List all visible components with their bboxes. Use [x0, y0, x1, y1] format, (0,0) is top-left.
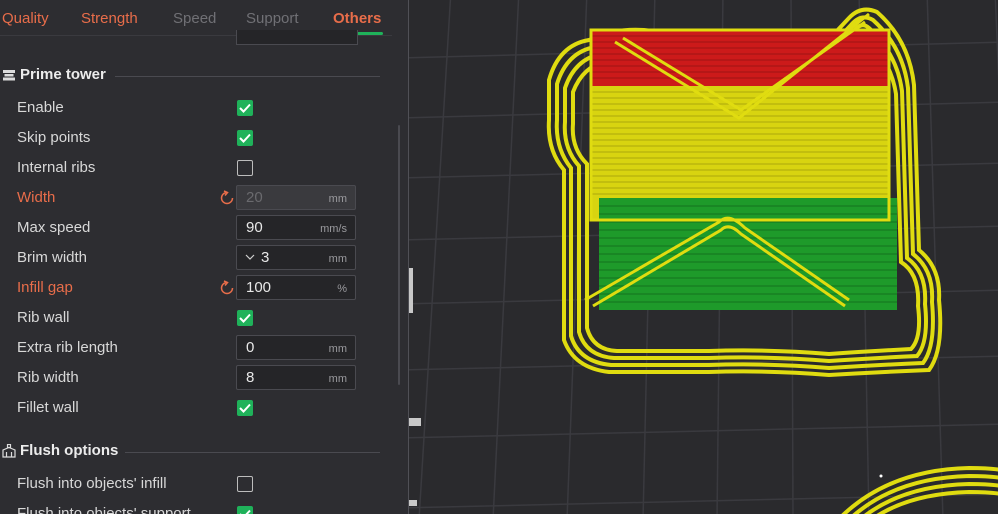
- check-icon: [239, 403, 251, 413]
- flush-support-label: Flush into objects' support: [17, 505, 191, 514]
- width-unit: mm: [328, 193, 347, 205]
- setting-row-rib-wall: Rib wall: [0, 303, 392, 333]
- setting-row-internal-ribs: Internal ribs: [0, 153, 392, 183]
- setting-row-flush-infill: Flush into objects' infill: [0, 469, 392, 499]
- chevron-down-icon[interactable]: [245, 254, 255, 260]
- max-speed-value: 90: [246, 219, 263, 236]
- flush-icon: [2, 444, 16, 458]
- internal-ribs-label: Internal ribs: [17, 159, 96, 176]
- second-object-outline: [841, 465, 998, 514]
- width-input[interactable]: 20 mm: [236, 185, 356, 210]
- rib-wall-checkbox[interactable]: [237, 310, 253, 326]
- prime-tower-icon: [3, 70, 15, 81]
- settings-panel: Quality Strength Speed Support Others Pr…: [0, 0, 408, 514]
- infill-gap-label: Infill gap: [17, 279, 73, 296]
- tab-strength[interactable]: Strength: [81, 10, 138, 27]
- skip-points-checkbox[interactable]: [237, 130, 253, 146]
- setting-row-flush-support: Flush into objects' support: [0, 499, 392, 514]
- enable-label: Enable: [17, 99, 64, 116]
- reset-arrow-icon[interactable]: [219, 280, 235, 296]
- extra-rib-length-input[interactable]: 0 mm: [236, 335, 356, 360]
- extra-rib-length-unit: mm: [328, 343, 347, 355]
- max-speed-unit: mm/s: [320, 223, 347, 235]
- width-value: 20: [246, 189, 263, 206]
- flush-infill-checkbox[interactable]: [237, 476, 253, 492]
- extra-rib-length-value: 0: [246, 339, 255, 356]
- setting-row-max-speed: Max speed 90 mm/s: [0, 213, 392, 243]
- setting-row-infill-gap: Infill gap 100 %: [0, 273, 392, 303]
- check-icon: [240, 509, 251, 514]
- fillet-wall-checkbox[interactable]: [237, 400, 253, 416]
- section-divider: [115, 76, 380, 77]
- max-speed-input[interactable]: 90 mm/s: [236, 215, 356, 240]
- setting-row-enable: Enable: [0, 93, 392, 123]
- skip-points-label: Skip points: [17, 129, 91, 146]
- internal-ribs-checkbox[interactable]: [237, 160, 253, 176]
- max-speed-label: Max speed: [17, 219, 91, 236]
- setting-row-brim-width: Brim width 3 mm: [0, 243, 392, 273]
- tab-support[interactable]: Support: [246, 10, 299, 27]
- tab-quality[interactable]: Quality: [2, 10, 49, 27]
- fillet-wall-label: Fillet wall: [17, 399, 79, 416]
- 3d-preview-viewport[interactable]: [409, 0, 998, 514]
- check-icon: [239, 133, 251, 143]
- setting-row-fillet-wall: Fillet wall: [0, 393, 392, 423]
- rib-width-input[interactable]: 8 mm: [236, 365, 356, 390]
- tab-speed[interactable]: Speed: [173, 10, 216, 27]
- flush-infill-label: Flush into objects' infill: [17, 475, 167, 492]
- setting-row-width: Width 20 mm: [0, 183, 392, 213]
- flush-support-checkbox[interactable]: [237, 506, 253, 514]
- rib-width-unit: mm: [328, 373, 347, 385]
- extra-rib-length-label: Extra rib length: [17, 339, 118, 356]
- brim-width-label: Brim width: [17, 249, 88, 266]
- panel-scrollbar[interactable]: [398, 125, 400, 385]
- infill-gap-unit: %: [337, 283, 347, 295]
- setting-row-extra-rib-length: Extra rib length 0 mm: [0, 333, 392, 363]
- rib-wall-label: Rib wall: [17, 309, 70, 326]
- prime-tower-title: Prime tower: [20, 66, 106, 83]
- flush-options-title: Flush options: [20, 442, 119, 459]
- tab-others[interactable]: Others: [333, 10, 381, 27]
- prime-tower-body: [589, 28, 897, 310]
- enable-checkbox[interactable]: [237, 100, 253, 116]
- brim-width-combo[interactable]: 3 mm: [236, 245, 356, 270]
- rib-width-value: 8: [246, 369, 255, 386]
- setting-row-rib-width: Rib width 8 mm: [0, 363, 392, 393]
- flush-options-section-header: Flush options: [0, 442, 392, 462]
- setting-row-skip-points: Skip points: [0, 123, 392, 153]
- prime-tower-section-header: Prime tower: [0, 66, 392, 86]
- section-divider: [125, 452, 380, 453]
- plate-scene: [409, 0, 998, 514]
- cursor-dot: [879, 474, 883, 478]
- check-icon: [239, 103, 251, 113]
- brim-width-unit: mm: [328, 253, 347, 265]
- width-label: Width: [17, 189, 56, 206]
- check-icon: [239, 313, 251, 323]
- brim-width-value: 3: [261, 249, 270, 266]
- infill-gap-input[interactable]: 100 %: [236, 275, 356, 300]
- infill-gap-value: 100: [246, 279, 272, 296]
- rib-width-label: Rib width: [17, 369, 79, 386]
- previous-setting-field[interactable]: [236, 30, 358, 45]
- reset-arrow-icon[interactable]: [219, 190, 235, 206]
